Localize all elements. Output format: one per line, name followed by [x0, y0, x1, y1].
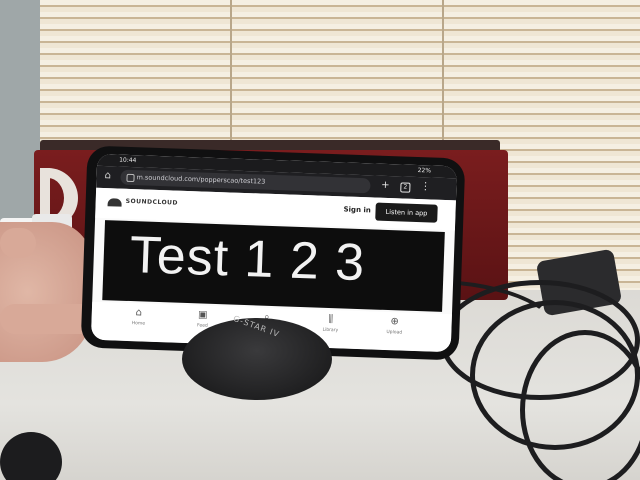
- finger: [0, 228, 36, 258]
- artwork-text: Test 1 2 3: [128, 226, 367, 293]
- new-tab-icon[interactable]: +: [378, 179, 392, 193]
- library-icon: ⫼: [328, 313, 334, 326]
- photo-scene: 10:44 22% ⌂ m.soundcloud.com/popperscao/…: [0, 0, 640, 480]
- upload-icon: ⊕: [390, 316, 400, 328]
- nav-item-upload[interactable]: ⊕ Upload: [369, 315, 420, 347]
- url-text: m.soundcloud.com/popperscao/test123: [136, 173, 266, 186]
- more-options-icon[interactable]: ⋮: [418, 180, 432, 194]
- status-battery: 22%: [417, 166, 432, 175]
- feed-icon: ▣: [197, 309, 208, 321]
- track-artwork[interactable]: Test 1 2 3: [102, 220, 445, 312]
- home-icon: ⌂: [135, 307, 143, 319]
- status-time: 10:44: [119, 156, 137, 165]
- sign-in-link[interactable]: Sign in: [343, 205, 371, 214]
- nav-label: Home: [131, 321, 146, 327]
- tab-switcher-button[interactable]: 2: [400, 182, 411, 193]
- home-icon[interactable]: ⌂: [104, 170, 116, 182]
- soundcloud-brand: SOUNDCLOUD: [125, 197, 179, 207]
- nav-label: Upload: [386, 330, 403, 336]
- nav-item-home[interactable]: ⌂ Home: [113, 306, 164, 338]
- listen-in-app-button[interactable]: Listen in app: [375, 202, 438, 223]
- lock-icon: [126, 173, 135, 183]
- soundcloud-logo-icon: [107, 198, 122, 207]
